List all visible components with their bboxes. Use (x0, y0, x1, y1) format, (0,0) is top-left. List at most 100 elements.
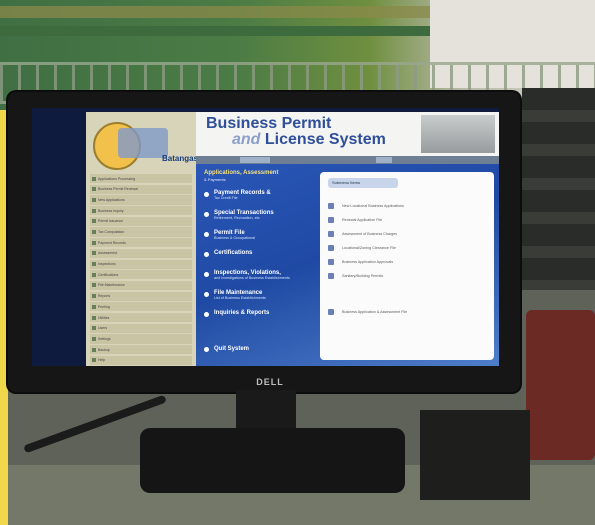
sidebar-menu-label: File Maintenance (98, 283, 125, 288)
sidebar-menu-item[interactable]: Reports (90, 291, 192, 301)
sidebar-menu-label: Assessment (98, 251, 118, 256)
quit-label: Quit System (214, 346, 250, 352)
sidebar-menu-label: Business Inquiry (98, 208, 124, 213)
sidebar-menu-item[interactable]: Inspections (90, 259, 192, 269)
submenu-panel: Submenu Items New Locational Business Ap… (320, 172, 494, 360)
document-icon (328, 309, 334, 315)
submenu-item[interactable]: Renewal Application File (328, 214, 478, 226)
command-description: Business & Occupational (214, 236, 255, 240)
bullet-icon (204, 252, 209, 257)
submenu-item[interactable]: Business Application & Assessment File (328, 306, 478, 318)
sidebar-menu-label: Users (98, 326, 108, 331)
dark-object (420, 410, 530, 500)
command-item[interactable]: Payment Records & Tax Credit File (204, 190, 314, 210)
command-item[interactable]: Inspections, Violations, and Investigatio… (204, 270, 314, 290)
sidebar-menu-item[interactable]: Payment Records (90, 238, 192, 248)
sidebar-menu-item[interactable]: Users (90, 323, 192, 333)
command-item[interactable]: Certifications (204, 250, 314, 270)
submenu-item[interactable]: Locational/Zoning Clearance File (328, 242, 478, 254)
submenu-item-label: New Locational Business Applications (342, 204, 404, 208)
bullet-icon (204, 272, 209, 277)
bullet-icon (204, 212, 209, 217)
sidebar-menu-label: Settings (98, 336, 111, 341)
menu-bullet-icon (92, 315, 96, 320)
sidebar-menu-item[interactable]: Applications Processing (90, 174, 192, 184)
submenu-list: New Locational Business Applications Rene… (328, 200, 478, 320)
sidebar: Batangas Applications Processing Business… (86, 112, 198, 366)
command-item[interactable]: File Maintenance List of Business Establi… (204, 290, 314, 310)
command-item[interactable]: Inquiries & Reports (204, 310, 314, 330)
submenu-item-label: Sanitary/Building Permits (342, 274, 384, 278)
command-item[interactable]: Permit File Business & Occupational (204, 230, 314, 250)
sidebar-menu-label: Help (98, 358, 106, 363)
tab-submenu[interactable]: Submenu Items (328, 178, 398, 188)
sidebar-menu-item[interactable]: File Maintenance (90, 280, 192, 291)
background-chairs (522, 88, 595, 318)
section-subheading: & Payments (204, 177, 226, 182)
sidebar-menu-label: Utilities (98, 315, 110, 320)
command-description: Tax Credit File (214, 196, 238, 200)
sidebar-menu-label: Backup (98, 347, 110, 352)
banner-title-and: and (232, 131, 261, 148)
document-icon (328, 231, 334, 237)
command-item[interactable]: Special Transactions Retirement, Revocati… (204, 210, 314, 230)
command-title: Inquiries & Reports (214, 310, 270, 316)
menu-bullet-icon (92, 326, 96, 331)
sidebar-menu-item[interactable]: Tax Computation (90, 227, 192, 237)
map-icon (118, 128, 168, 158)
submenu-item[interactable]: New Locational Business Applications (328, 200, 478, 212)
building-photo (421, 115, 495, 153)
sidebar-menu-item[interactable]: New Applications (90, 195, 192, 205)
sidebar-menu-label: Printing (98, 304, 110, 309)
menu-bullet-icon (92, 176, 96, 181)
banner-title-line2: and License System (232, 131, 386, 149)
sidebar-menu: Applications Processing Business Permit R… (90, 174, 192, 366)
sidebar-menu-item[interactable]: Settings (90, 334, 192, 344)
sidebar-menu-item[interactable]: Utilities (90, 312, 192, 323)
command-description: List of Business Establishments (214, 296, 266, 300)
command-title: Certifications (214, 250, 253, 256)
main-content: Applications, Assessment & Payments Paym… (196, 164, 499, 366)
bullet-icon (204, 347, 209, 352)
yellow-edge (0, 110, 8, 525)
banner-title-rest: License System (260, 131, 386, 148)
toolbar-button[interactable] (376, 157, 392, 163)
screen: Batangas Applications Processing Business… (32, 108, 499, 366)
document-icon (328, 203, 334, 209)
sidebar-menu-item[interactable]: Printing (90, 302, 192, 312)
sidebar-menu-item[interactable]: Help (90, 355, 192, 365)
sidebar-menu-item[interactable]: Business Permit Renewal (90, 184, 192, 194)
sidebar-menu-label: Certifications (98, 272, 119, 277)
submenu-item[interactable]: Sanitary/Building Permits (328, 270, 478, 282)
monitor-stand-base (140, 428, 405, 493)
app-logo: Batangas (88, 118, 198, 170)
toolbar-field[interactable] (240, 157, 270, 163)
sidebar-menu-item[interactable]: Assessment (90, 248, 192, 258)
menu-bullet-icon (92, 283, 96, 288)
sidebar-menu-label: Reports (98, 294, 111, 299)
sidebar-menu-item[interactable]: Permit Issuance (90, 216, 192, 226)
sidebar-menu-label: Applications Processing (98, 176, 136, 181)
document-icon (328, 245, 334, 251)
sidebar-menu-label: Business Permit Renewal (98, 187, 138, 192)
bullet-icon (204, 232, 209, 237)
menu-bullet-icon (92, 294, 96, 299)
submenu-item[interactable]: Assessment of Business Charges (328, 228, 478, 240)
bullet-icon (204, 192, 209, 197)
sidebar-menu-item[interactable]: Certifications (90, 270, 192, 280)
menu-bullet-icon (92, 251, 96, 256)
sidebar-menu-label: New Applications (98, 197, 125, 202)
menu-bullet-icon (92, 197, 96, 202)
sidebar-menu-label: Tax Computation (98, 230, 125, 235)
submenu-spacer (328, 284, 478, 304)
menu-bullet-icon (92, 304, 96, 309)
sidebar-menu-item[interactable]: Business Inquiry (90, 206, 192, 216)
bullet-icon (204, 292, 209, 297)
section-heading: Applications, Assessment (204, 170, 279, 176)
quit-button[interactable]: Quit System (204, 346, 249, 352)
submenu-item[interactable]: Business Application Approvals (328, 256, 478, 268)
sidebar-menu-item[interactable]: Backup (90, 345, 192, 355)
toolbar (196, 156, 499, 164)
menu-bullet-icon (92, 358, 96, 363)
menu-bullet-icon (92, 208, 96, 213)
